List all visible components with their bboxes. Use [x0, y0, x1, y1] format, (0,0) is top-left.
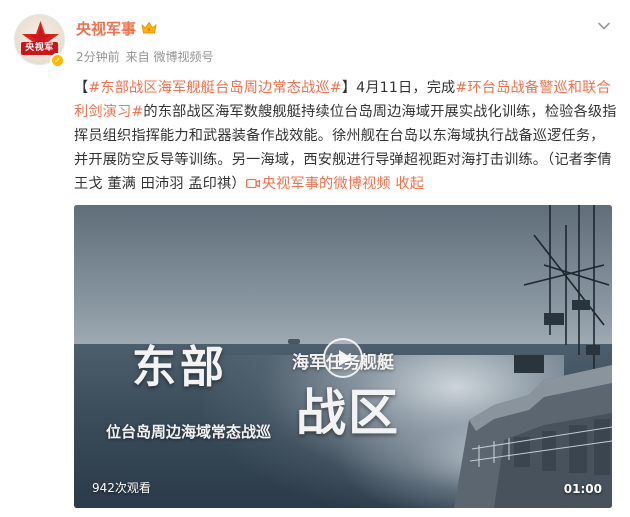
bracket-open: 【: [74, 80, 89, 96]
verified-badge-icon: ✓: [50, 53, 65, 68]
video-view-count: 942次观看: [92, 481, 151, 495]
post-time[interactable]: 2分钟前: [76, 48, 120, 65]
video-player[interactable]: 东部 海军任务舰艇 战区 位台岛周边海域常态战巡 942次观看 01:00: [74, 205, 612, 508]
video-camera-icon: [245, 178, 260, 189]
post-content: 【#东部战区海军舰艇台岛周边常态战巡#】4月11日，完成#环台岛战备警巡和联合利…: [74, 76, 618, 196]
content-text-1: 4月11日，完成: [356, 80, 456, 96]
avatar-brand-label: 央视军: [21, 42, 58, 55]
post-source[interactable]: 来自 微博视频号: [126, 48, 214, 65]
bracket-close: 】: [341, 80, 357, 96]
post-meta: 2分钟前 来自 微博视频号: [76, 48, 213, 65]
chevron-down-icon[interactable]: [596, 18, 612, 34]
video-title-main-2: 战区: [296, 383, 400, 442]
video-source-link[interactable]: 央视军事的微博视频: [245, 176, 391, 192]
user-name-row: 央视军事: [76, 17, 157, 39]
username-link[interactable]: 央视军事: [76, 18, 136, 39]
video-link-label: 央视军事的微博视频: [261, 176, 391, 192]
crown-icon[interactable]: [141, 21, 157, 35]
video-title-main-1: 东部: [132, 342, 228, 393]
topic-link-1[interactable]: #东部战区海军舰艇台岛周边常态战巡#: [88, 80, 341, 96]
video-caption: 位台岛周边海域常态战巡: [106, 423, 272, 441]
play-icon[interactable]: [322, 337, 364, 379]
collapse-link[interactable]: 收起: [395, 176, 424, 192]
video-duration: 01:00: [563, 482, 602, 496]
